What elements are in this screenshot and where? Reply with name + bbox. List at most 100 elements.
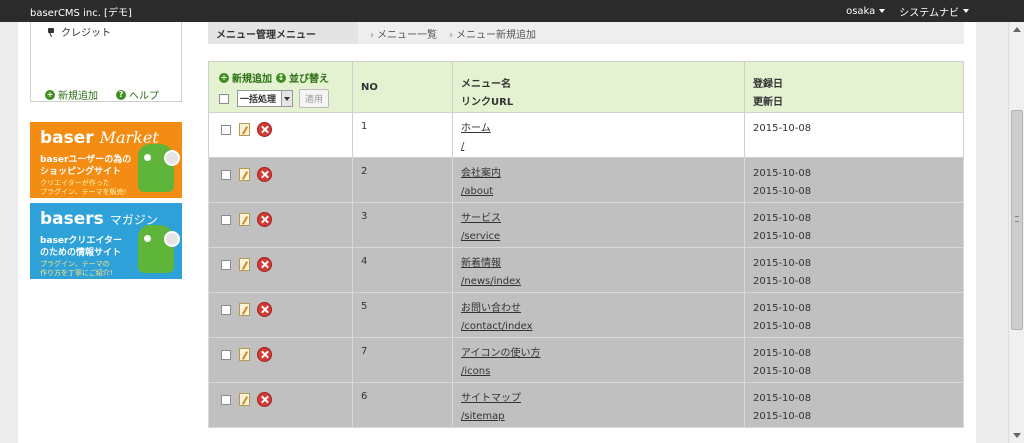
row-no: 3 [352, 202, 453, 248]
menu-name-link[interactable]: アイコンの使い方 [461, 345, 541, 363]
header-modified-label: 更新日 [753, 97, 783, 108]
delete-icon[interactable] [257, 212, 272, 227]
add-menu-button[interactable]: + 新規追加 [219, 70, 272, 85]
menu-url-link[interactable]: /news/index [461, 273, 521, 291]
chevron-down-icon [963, 9, 969, 13]
row-no-value: 7 [361, 346, 368, 357]
sidebar-help-label: ヘルプ [129, 91, 159, 102]
breadcrumb-label: メニュー一覧 [377, 29, 437, 41]
menu-url-link[interactable]: /about [461, 183, 493, 201]
menu-url-link[interactable]: /icons [461, 363, 490, 381]
modified-date: 2015-10-08 [753, 321, 812, 332]
bulk-action-value: 一括処理 [240, 95, 277, 105]
menu-name-link[interactable]: 会社案内 [461, 165, 501, 183]
banner-logo-main: basers [40, 209, 104, 229]
system-nav-menu[interactable]: システムナビ [892, 0, 976, 22]
created-date: 2015-10-08 [753, 303, 812, 314]
sidebar-help-button[interactable]: ? ヘルプ [116, 87, 159, 102]
row-checkbox[interactable] [221, 349, 231, 360]
menu-name-link[interactable]: お問い合わせ [461, 300, 521, 318]
delete-icon[interactable] [257, 392, 272, 407]
row-checkbox[interactable] [221, 214, 231, 225]
menu-name-link[interactable]: サービス [461, 210, 501, 228]
sidebar-add-button[interactable]: + 新規追加 [45, 87, 98, 102]
select-all-checkbox[interactable] [219, 93, 229, 104]
created-date: 2015-10-08 [753, 213, 812, 224]
row-dates: 2015-10-08 2015-10-08 [744, 337, 964, 383]
delete-icon[interactable] [257, 347, 272, 362]
sort-button[interactable]: ↕ 並び替え [276, 70, 329, 85]
scroll-up-icon[interactable] [1013, 27, 1021, 32]
chevron-down-icon [281, 91, 292, 106]
baser-market-banner[interactable]: baser Market baserユーザーの為の ショッピングサイト クリエイ… [30, 122, 182, 198]
menu-list-table: + 新規追加 ↕ 並び替え 一括処理 適用 NO メニュー名 リンクURL 登録… [208, 61, 964, 428]
row-checkbox[interactable] [221, 124, 231, 135]
menu-url-link[interactable]: / [461, 138, 464, 156]
delete-icon[interactable] [257, 302, 272, 317]
row-name-url: アイコンの使い方/icons [452, 337, 745, 383]
scrollbar-thumb[interactable] [1011, 110, 1023, 330]
basers-magazine-banner[interactable]: basers マガジン baserクリエイター のための情報サイト プラグイン、… [30, 203, 182, 279]
row-checkbox[interactable] [221, 169, 231, 180]
sidebar-menu-box: クレジット + 新規追加 ? ヘルプ [30, 22, 182, 102]
row-no-value: 2 [361, 166, 368, 177]
header-no[interactable]: NO [352, 61, 453, 113]
top-toolbar: baserCMS inc. [デモ] osaka システムナビ [0, 0, 1024, 22]
row-checkbox[interactable] [221, 304, 231, 315]
created-date: 2015-10-08 [753, 258, 812, 269]
row-no: 6 [352, 382, 453, 428]
menu-name-link[interactable]: サイトマップ [461, 390, 521, 408]
delete-icon[interactable] [257, 257, 272, 272]
breadcrumb-menu-list[interactable]: › メニュー一覧 [358, 26, 437, 41]
row-no-value: 5 [361, 301, 368, 312]
modified-date: 2015-10-08 [753, 411, 812, 422]
banner-small-2: 作り方を丁寧にご紹介! [40, 269, 113, 277]
row-tools [208, 292, 353, 338]
edit-icon[interactable] [239, 258, 250, 271]
row-no-value: 3 [361, 211, 368, 222]
edit-icon[interactable] [239, 348, 250, 361]
table-header-row: + 新規追加 ↕ 並び替え 一括処理 適用 NO メニュー名 リンクURL 登録… [208, 61, 964, 113]
chevron-down-icon [879, 9, 886, 13]
row-name-url: サイトマップ/sitemap [452, 382, 745, 428]
table-row: 1 ホーム/ 2015-10-08 [208, 112, 964, 158]
site-title[interactable]: baserCMS inc. [デモ] [0, 4, 839, 19]
row-checkbox[interactable] [221, 394, 231, 405]
header-dates[interactable]: 登録日 更新日 [744, 61, 964, 113]
created-date: 2015-10-08 [753, 123, 812, 134]
system-nav-label: システムナビ [899, 7, 959, 19]
sort-label: 並び替え [289, 74, 329, 85]
row-dates: 2015-10-08 2015-10-08 [744, 247, 964, 293]
edit-icon[interactable] [239, 393, 250, 406]
menu-name-link[interactable]: ホーム [461, 120, 491, 138]
menu-name-link[interactable]: 新着情報 [461, 255, 501, 273]
menu-url-link[interactable]: /contact/index [461, 318, 533, 336]
menu-url-link[interactable]: /sitemap [461, 408, 505, 426]
modified-date: 2015-10-08 [753, 366, 812, 377]
menu-url-link[interactable]: /service [461, 228, 500, 246]
row-dates: 2015-10-08 2015-10-08 [744, 202, 964, 248]
mascot-image [138, 225, 180, 273]
bulk-action-select[interactable]: 一括処理 [237, 90, 293, 107]
edit-icon[interactable] [239, 123, 250, 136]
row-no: 5 [352, 292, 453, 338]
row-dates: 2015-10-08 [744, 112, 964, 158]
edit-icon[interactable] [239, 213, 250, 226]
delete-icon[interactable] [257, 167, 272, 182]
created-date: 2015-10-08 [753, 393, 812, 404]
sidebar-item-credit[interactable]: クレジット [47, 24, 111, 39]
scroll-down-icon[interactable] [1013, 433, 1021, 438]
edit-icon[interactable] [239, 303, 250, 316]
edit-icon[interactable] [239, 168, 250, 181]
breadcrumb-menu-add[interactable]: › メニュー新規追加 [437, 26, 536, 41]
header-name-url[interactable]: メニュー名 リンクURL [452, 61, 745, 113]
row-no: 7 [352, 337, 453, 383]
row-checkbox[interactable] [221, 259, 231, 270]
row-tools [208, 382, 353, 428]
delete-icon[interactable] [257, 122, 272, 137]
row-name-url: ホーム / [452, 112, 745, 158]
vertical-scrollbar[interactable] [1008, 22, 1024, 443]
row-no-value: 1 [361, 121, 368, 132]
user-menu[interactable]: osaka [839, 0, 892, 22]
apply-button[interactable]: 適用 [299, 89, 329, 108]
